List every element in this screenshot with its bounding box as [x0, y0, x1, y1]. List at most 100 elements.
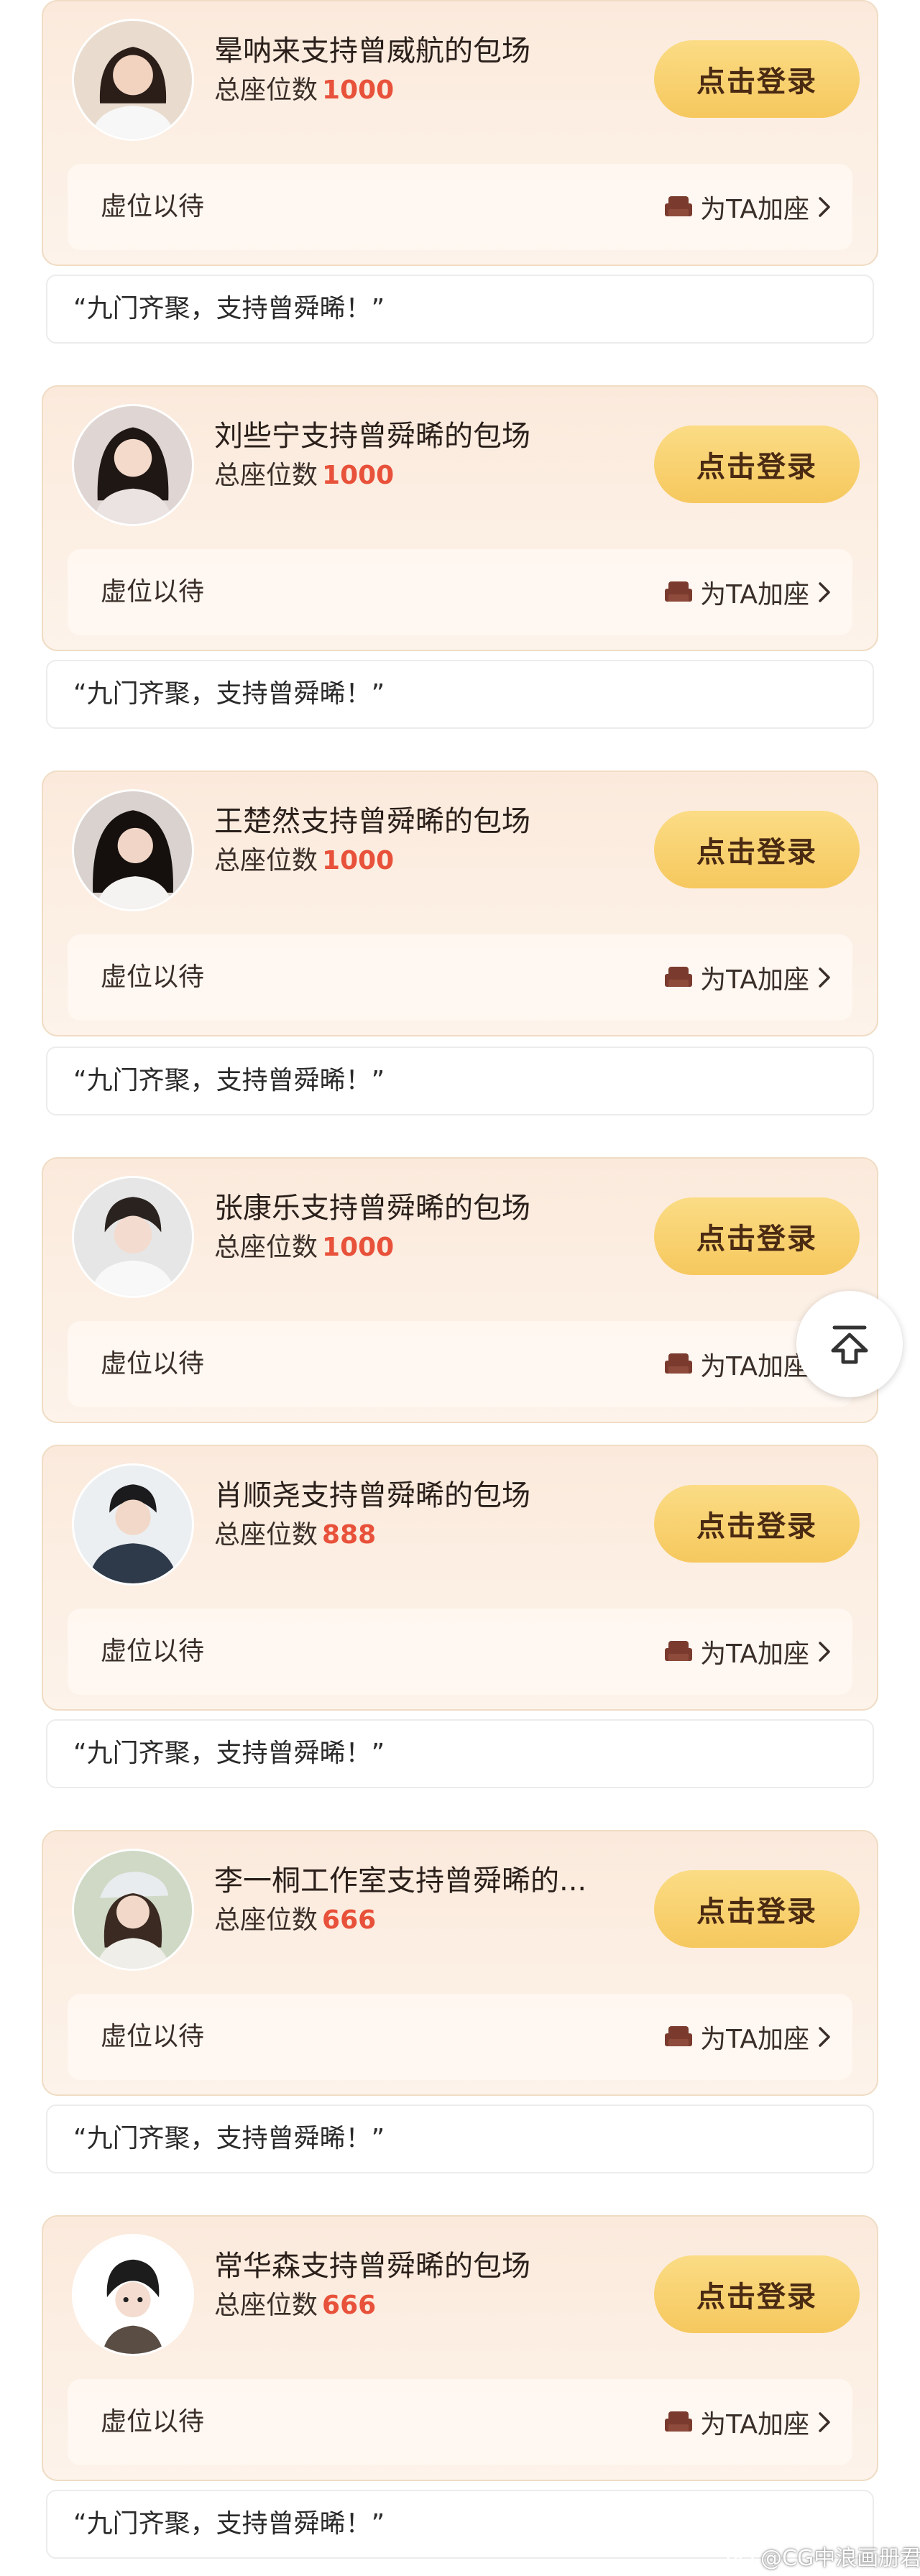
- seat-count: 1000: [322, 461, 395, 490]
- sofa-icon: [665, 1641, 693, 1661]
- add-seat-label: 为TA加座: [700, 195, 809, 224]
- seat-count: 888: [322, 1520, 377, 1550]
- seat-row: 虚位以待 为TA加座: [68, 2379, 852, 2465]
- login-button[interactable]: 点击登录: [654, 811, 860, 888]
- support-message: “九门齐聚，支持曾舜晞！”: [46, 1719, 874, 1788]
- add-seat-link[interactable]: 为TA加座: [664, 164, 832, 250]
- weibo-logo-icon: [727, 2546, 756, 2567]
- support-message: “九门齐聚，支持曾舜晞！”: [46, 2104, 874, 2174]
- vacant-label: 虚位以待: [101, 962, 205, 992]
- add-seat-label: 为TA加座: [700, 2410, 809, 2439]
- chevron-right-icon: [819, 197, 830, 217]
- vacant-label: 虚位以待: [101, 1349, 205, 1379]
- seat-total: 总座位数 888: [214, 1514, 376, 1551]
- seat-row: 虚位以待 为TA加座: [68, 164, 852, 250]
- sponsor-card: 王楚然支持曾舜晞的包场 总座位数 1000 点击登录 虚位以待 为TA加座: [42, 770, 878, 1036]
- seat-count: 666: [322, 2291, 377, 2320]
- avatar[interactable]: [72, 404, 194, 526]
- login-button[interactable]: 点击登录: [654, 40, 860, 118]
- add-seat-link[interactable]: 为TA加座: [664, 1609, 832, 1695]
- seat-count: 1000: [322, 1233, 395, 1262]
- add-seat-link[interactable]: 为TA加座: [664, 2379, 832, 2465]
- avatar[interactable]: [72, 19, 194, 141]
- seat-row: 虚位以待 为TA加座: [68, 549, 852, 635]
- chevron-right-icon: [819, 2412, 830, 2432]
- avatar[interactable]: [72, 1463, 194, 1586]
- support-message: “九门齐聚，支持曾舜晞！”: [46, 1046, 874, 1116]
- login-button[interactable]: 点击登录: [654, 2255, 860, 2333]
- support-message: “九门齐聚，支持曾舜晞！”: [46, 660, 874, 729]
- card-title: 李一桐工作室支持曾舜晞的...: [214, 1864, 587, 1898]
- arrow-up-icon: [831, 1325, 868, 1364]
- card-title: 晕呐来支持曾威航的包场: [214, 34, 530, 68]
- sponsor-card: 常华森支持曾舜晞的包场 总座位数 666 点击登录 虚位以待 为TA加座: [42, 2215, 878, 2481]
- chevron-right-icon: [819, 2027, 830, 2047]
- avatar[interactable]: [72, 789, 194, 911]
- seat-total: 总座位数 1000: [214, 1226, 394, 1264]
- add-seat-label: 为TA加座: [700, 1352, 809, 1381]
- avatar[interactable]: [72, 1849, 194, 1971]
- card-title: 肖顺尧支持曾舜晞的包场: [214, 1479, 530, 1512]
- sofa-icon: [665, 967, 693, 987]
- sponsor-card: 张康乐支持曾舜晞的包场 总座位数 1000 点击登录 虚位以待 为TA加座: [42, 1157, 878, 1423]
- watermark-text: @CG中浪画册君: [760, 2546, 920, 2571]
- seat-row: 虚位以待 为TA加座: [68, 1321, 852, 1407]
- seat-total-label: 总座位数: [214, 75, 318, 105]
- seat-count: 666: [322, 1905, 377, 1935]
- sofa-icon: [665, 2026, 693, 2046]
- add-seat-label: 为TA加座: [700, 1639, 809, 1669]
- card-title: 常华森支持曾舜晞的包场: [214, 2250, 530, 2283]
- add-seat-label: 为TA加座: [700, 965, 809, 995]
- page: 晕呐来支持曾威航的包场 总座位数 1000 点击登录 虚位以待 为TA加座 “九门…: [0, 0, 920, 2576]
- seat-total-label: 总座位数: [214, 1905, 318, 1935]
- avatar[interactable]: [72, 1176, 194, 1298]
- sponsor-card: 李一桐工作室支持曾舜晞的... 总座位数 666 点击登录 虚位以待 为TA加座: [42, 1830, 878, 2096]
- seat-row: 虚位以待 为TA加座: [68, 934, 852, 1021]
- chevron-right-icon: [819, 582, 830, 602]
- chevron-right-icon: [819, 1642, 830, 1662]
- vacant-label: 虚位以待: [101, 2407, 205, 2437]
- add-seat-link[interactable]: 为TA加座: [664, 934, 832, 1021]
- sponsor-card: 刘些宁支持曾舜晞的包场 总座位数 1000 点击登录 虚位以待 为TA加座: [42, 385, 878, 651]
- sponsor-card: 晕呐来支持曾威航的包场 总座位数 1000 点击登录 虚位以待 为TA加座: [42, 0, 878, 266]
- sofa-icon: [665, 2411, 693, 2432]
- avatar[interactable]: [72, 2234, 194, 2356]
- seat-total-label: 总座位数: [214, 846, 318, 875]
- add-seat-link[interactable]: 为TA加座: [664, 549, 832, 635]
- scroll-top-button[interactable]: [796, 1291, 903, 1397]
- seat-total: 总座位数 1000: [214, 454, 394, 492]
- card-title: 张康乐支持曾舜晞的包场: [214, 1192, 530, 1225]
- seat-total: 总座位数 666: [214, 1899, 376, 1936]
- card-title: 王楚然支持曾舜晞的包场: [214, 805, 530, 838]
- seat-total-label: 总座位数: [214, 461, 318, 490]
- login-button[interactable]: 点击登录: [654, 1485, 860, 1563]
- add-seat-link[interactable]: 为TA加座: [664, 1994, 832, 2080]
- sofa-icon: [665, 196, 693, 216]
- seat-row: 虚位以待 为TA加座: [68, 1609, 852, 1695]
- login-button[interactable]: 点击登录: [654, 1870, 860, 1948]
- vacant-label: 虚位以待: [101, 2022, 205, 2051]
- seat-count: 1000: [322, 846, 395, 875]
- card-title: 刘些宁支持曾舜晞的包场: [214, 420, 530, 453]
- seat-row: 虚位以待 为TA加座: [68, 1994, 852, 2080]
- seat-total-label: 总座位数: [214, 2291, 318, 2320]
- seat-total-label: 总座位数: [214, 1233, 318, 1262]
- login-button[interactable]: 点击登录: [654, 426, 860, 503]
- add-seat-label: 为TA加座: [700, 2025, 809, 2054]
- chevron-right-icon: [819, 967, 830, 988]
- watermark: @CG中浪画册君: [726, 2540, 920, 2572]
- login-button[interactable]: 点击登录: [654, 1197, 860, 1275]
- seat-total-label: 总座位数: [214, 1520, 318, 1550]
- support-message: “九门齐聚，支持曾舜晞！”: [46, 275, 874, 344]
- sofa-icon: [665, 581, 693, 602]
- seat-total: 总座位数 1000: [214, 69, 394, 106]
- vacant-label: 虚位以待: [101, 192, 205, 221]
- vacant-label: 虚位以待: [101, 577, 205, 607]
- seat-total: 总座位数 666: [214, 2284, 376, 2322]
- vacant-label: 虚位以待: [101, 1637, 205, 1666]
- sofa-icon: [665, 1353, 693, 1374]
- seat-total: 总座位数 1000: [214, 840, 394, 877]
- add-seat-label: 为TA加座: [700, 580, 809, 610]
- seat-count: 1000: [322, 75, 395, 105]
- sponsor-card: 肖顺尧支持曾舜晞的包场 总座位数 888 点击登录 虚位以待 为TA加座: [42, 1445, 878, 1711]
